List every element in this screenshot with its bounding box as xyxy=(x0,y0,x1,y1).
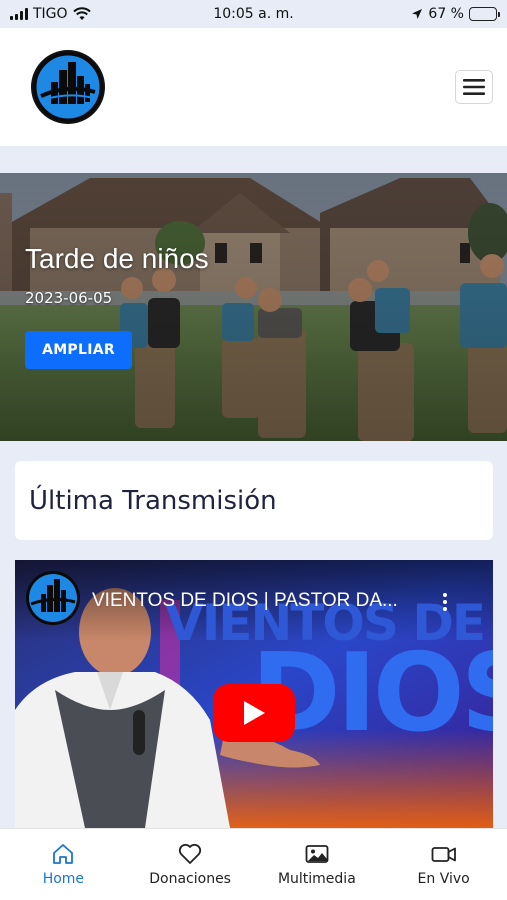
nav-label-multimedia: Multimedia xyxy=(277,871,356,887)
nav-item-home[interactable]: Home xyxy=(0,829,127,900)
nav-label-home: Home xyxy=(42,871,85,887)
play-button[interactable] xyxy=(213,684,295,742)
location-arrow-icon xyxy=(412,9,423,19)
nav-label-en-vivo: En Vivo xyxy=(417,871,470,887)
nav-item-multimedia[interactable]: Multimedia xyxy=(254,829,381,900)
church-logo-icon[interactable] xyxy=(29,48,107,126)
hero-title: Tarde de niños xyxy=(25,243,209,274)
video-title[interactable]: VIENTOS DE DIOS | PASTOR DA... xyxy=(92,590,432,612)
home-icon xyxy=(53,844,74,864)
channel-logo-icon[interactable] xyxy=(25,570,81,626)
status-bar: TIGO 10:05 a. m. 67 % xyxy=(0,0,507,28)
battery-icon xyxy=(469,7,500,21)
play-icon xyxy=(244,701,265,725)
image-icon xyxy=(305,845,329,863)
signal-icon xyxy=(10,8,28,20)
carrier-name: TIGO xyxy=(33,6,68,22)
bottom-navigation: Home Donaciones Multimedia En Vivo xyxy=(0,828,507,900)
status-left: TIGO xyxy=(10,6,91,22)
video-camera-icon xyxy=(431,847,456,862)
menu-button[interactable] xyxy=(455,70,493,104)
nav-item-donaciones[interactable]: Donaciones xyxy=(127,829,254,900)
hero-background-image xyxy=(0,173,507,441)
hero-banner: Tarde de niños 2023-06-05 AMPLIAR xyxy=(0,173,507,441)
section-title-card: Última Transmisión xyxy=(15,461,493,540)
nav-label-donaciones: Donaciones xyxy=(149,871,231,887)
hamburger-menu-icon xyxy=(463,79,485,95)
app-header xyxy=(0,28,507,146)
video-player[interactable]: VIENTOS DE DIOS VIENTOS DE DIOS | PASTOR… xyxy=(15,560,493,828)
section-title: Última Transmisión xyxy=(29,485,277,516)
battery-percent: 67 % xyxy=(428,6,464,22)
heart-icon xyxy=(179,843,202,864)
hero-date: 2023-06-05 xyxy=(25,289,113,307)
ampliar-button[interactable]: AMPLIAR xyxy=(25,331,132,369)
nav-item-en-vivo[interactable]: En Vivo xyxy=(380,829,507,900)
wifi-icon xyxy=(72,7,91,20)
more-options-icon[interactable] xyxy=(437,590,453,614)
status-right: 67 % xyxy=(411,6,500,22)
